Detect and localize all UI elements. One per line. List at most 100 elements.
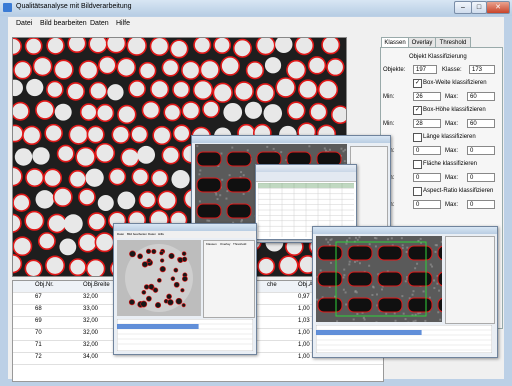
window-titlebar	[192, 136, 390, 143]
cell-obj-nr: 67	[35, 294, 42, 300]
detected-circle	[182, 61, 200, 79]
detected-circle	[32, 147, 49, 164]
minimize-button[interactable]: –	[454, 1, 472, 14]
detected-circle	[112, 126, 129, 143]
laenge-min-field[interactable]: 0	[413, 146, 441, 155]
flaeche-checkbox[interactable]	[413, 160, 422, 169]
menu-daten[interactable]: Daten	[90, 20, 109, 27]
small-menu-bild-bearbeiten[interactable]: Bild bearbeiten	[127, 232, 147, 236]
small-tab-overlay[interactable]: Overlay	[220, 242, 230, 246]
maximize-button[interactable]: □	[471, 1, 487, 14]
main-window: Qualitätsanalyse mit Bildverarbeitung – …	[0, 0, 512, 386]
detected-circle	[194, 81, 213, 100]
detected-circle	[170, 40, 187, 57]
dark-spot	[141, 301, 147, 307]
detected-hole	[318, 272, 342, 286]
objekte-label: Objekte:	[383, 67, 405, 73]
small-menu-daten[interactable]: Daten	[148, 232, 156, 236]
flaeche-min-field[interactable]: 0	[413, 173, 441, 182]
detected-circle	[68, 38, 85, 52]
cell-obj-breite: 34,00	[83, 354, 98, 360]
box-weite-max-field[interactable]: 60	[467, 92, 495, 101]
aspect-max-field[interactable]: 0	[467, 200, 495, 209]
detected-circle	[256, 84, 274, 102]
detected-circle	[295, 38, 313, 54]
flaeche-max-field[interactable]: 0	[467, 173, 495, 182]
detected-circle	[151, 38, 169, 55]
detected-circle	[90, 82, 107, 99]
close-button[interactable]: ✕	[486, 1, 510, 14]
klasse-field[interactable]: 173	[469, 65, 495, 74]
detected-circle	[265, 57, 281, 73]
box-hoehe-max-label: Max:	[445, 121, 458, 127]
flaeche-label: Fläche klassifizieren	[423, 161, 477, 167]
detected-hole	[197, 204, 221, 218]
dark-spot	[146, 296, 151, 301]
detected-circle	[36, 101, 54, 119]
detected-circle	[81, 104, 97, 120]
spot-analysis-window[interactable]: Datei Bild bearbeiten Daten Hilfe Klasse…	[113, 223, 257, 355]
detected-circle	[127, 38, 146, 55]
cell-obj-aspect: 1,03	[298, 318, 310, 324]
dark-spot	[174, 282, 179, 287]
objekte-field[interactable]: 197	[413, 65, 437, 74]
dark-spot	[142, 262, 148, 268]
laenge-checkbox[interactable]	[413, 133, 422, 142]
small-tab-klassen[interactable]: Klassen	[206, 242, 217, 246]
detected-circle	[26, 169, 43, 186]
column-header-flaeche[interactable]: che	[267, 282, 277, 288]
detected-circle	[132, 169, 148, 185]
detected-circle	[234, 40, 251, 57]
column-header-obj-nr[interactable]: Obj.Nr.	[35, 282, 54, 288]
small-menu-hilfe[interactable]: Hilfe	[158, 232, 164, 236]
detected-circle	[88, 213, 105, 230]
aspect-min-field[interactable]: 0	[413, 200, 441, 209]
detected-circle	[164, 104, 180, 120]
dark-spot	[138, 254, 143, 259]
detected-hole	[318, 298, 342, 312]
detected-circle	[79, 61, 97, 79]
detected-circle	[107, 38, 126, 53]
detected-circle	[310, 104, 327, 121]
detected-circle	[98, 195, 114, 211]
textile-roi-window[interactable]	[312, 226, 498, 358]
detected-circle	[287, 61, 306, 80]
small-menu-datei[interactable]: Datei	[117, 232, 124, 236]
detected-circle	[79, 189, 95, 205]
detected-circle	[25, 212, 43, 230]
box-hoehe-checkbox[interactable]: ✓	[413, 106, 422, 115]
menu-datei[interactable]: Datei	[16, 20, 32, 27]
detected-hole	[348, 246, 372, 260]
box-hoehe-max-field[interactable]: 60	[467, 119, 495, 128]
detected-circle	[203, 101, 219, 117]
laenge-max-field[interactable]: 0	[467, 146, 495, 155]
klassifizierung-heading: Objekt Klassifizierung	[409, 54, 467, 60]
cell-obj-nr: 72	[35, 354, 42, 360]
menu-hilfe[interactable]: Hilfe	[116, 20, 130, 27]
detected-circle	[25, 260, 42, 276]
detected-circle	[59, 239, 76, 256]
detected-hole	[378, 272, 402, 286]
detected-circle	[39, 233, 55, 249]
small-tab-threshold[interactable]: Threshold	[233, 242, 246, 246]
dark-spot	[176, 298, 182, 304]
detected-circle	[131, 126, 147, 142]
box-hoehe-min-field[interactable]: 28	[413, 119, 441, 128]
menu-bar: Datei Bild bearbeiten Daten Hilfe	[8, 17, 504, 31]
detected-circle	[118, 106, 136, 124]
menu-bild-bearbeiten[interactable]: Bild bearbeiten	[40, 20, 87, 27]
cell-obj-breite: 32,00	[83, 342, 98, 348]
detected-circle	[69, 171, 86, 188]
box-weite-min-field[interactable]: 26	[413, 92, 441, 101]
detected-circle	[87, 260, 105, 276]
detected-circle	[99, 57, 116, 74]
detected-circle	[247, 62, 264, 79]
detected-circle	[162, 60, 178, 76]
box-weite-checkbox[interactable]: ✓	[413, 79, 422, 88]
aspect-checkbox[interactable]	[413, 187, 422, 196]
dark-spot	[181, 288, 185, 292]
column-header-obj-breite[interactable]: Obj.Breite	[83, 282, 110, 288]
dark-spots	[117, 240, 201, 316]
textile-roi-image	[316, 236, 442, 322]
window-titlebar	[256, 165, 356, 172]
